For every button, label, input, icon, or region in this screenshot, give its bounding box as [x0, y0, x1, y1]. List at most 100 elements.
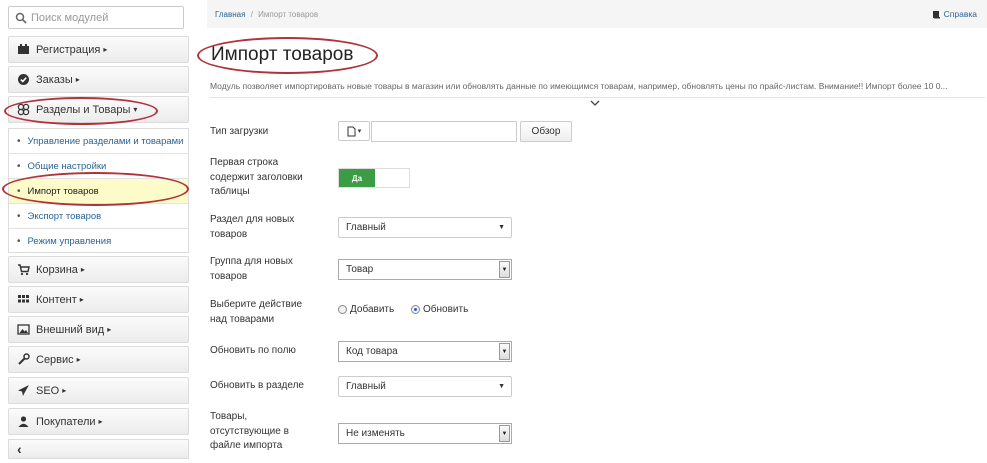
sidebar-section-label: Покупатели	[36, 415, 96, 428]
divider	[209, 97, 985, 98]
arrow-down-icon: ▾	[133, 105, 138, 114]
sidebar-section-label: Разделы и Товары	[36, 103, 131, 116]
update-section-label: Обновить в разделе	[210, 380, 304, 391]
arrow-right-icon: ▸	[76, 355, 81, 364]
submenu-item-label: Импорт товаров	[27, 185, 99, 197]
id-card-icon	[18, 44, 29, 54]
sidebar-section-cart[interactable]: Корзина ▸	[8, 256, 189, 283]
search-icon	[15, 12, 27, 24]
select-value: Не изменять	[346, 428, 405, 439]
submenu-item-export[interactable]: • Экспорт товаров	[9, 204, 188, 229]
sidebar-section-customers[interactable]: Покупатели ▸	[8, 408, 189, 435]
sidebar: Поиск модулей Регистрация ▸ Заказы ▸ Раз…	[0, 0, 191, 463]
update-field-select[interactable]: Код товара ▼	[338, 341, 512, 362]
chevron-left-icon: ‹	[17, 441, 22, 457]
grid-icon	[18, 295, 29, 303]
dropdown-arrow-icon: ▼	[499, 343, 510, 360]
radio-update-label: Обновить	[423, 304, 469, 315]
arrow-right-icon: ▸	[107, 325, 112, 334]
help-label: Справка	[943, 9, 977, 19]
arrow-right-icon: ▸	[75, 75, 80, 84]
radio-circle	[338, 305, 347, 314]
sidebar-section-catalog[interactable]: Разделы и Товары ▾	[8, 96, 189, 123]
chevron-down-icon[interactable]	[590, 99, 600, 107]
cubes-icon	[17, 103, 30, 116]
sidebar-section-label: Сервис	[36, 353, 74, 366]
file-path-input[interactable]	[371, 121, 517, 142]
radio-update[interactable]: Обновить	[411, 304, 468, 315]
missing-goods-label: Товары, отсутствующие в файле импорта	[210, 411, 289, 451]
breadcrumb-current: Импорт товаров	[258, 9, 319, 19]
radio-add[interactable]: Добавить	[338, 304, 394, 315]
submenu-item-manage[interactable]: • Управление разделами и товарами	[9, 129, 188, 154]
upload-type-dropdown[interactable]: ▾	[338, 121, 370, 141]
first-row-headers-label: Первая строка содержит заголовки таблицы	[210, 157, 303, 197]
new-section-label: Раздел для новых товаров	[210, 214, 295, 240]
new-group-select[interactable]: Товар ▼	[338, 259, 512, 280]
sidebar-section-seo[interactable]: SEO ▸	[8, 377, 189, 404]
catalog-submenu: • Управление разделами и товарами • Общи…	[8, 128, 189, 253]
sidebar-section-label: Заказы	[36, 73, 73, 86]
page-description: Модуль позволяет импортировать новые тов…	[210, 81, 948, 91]
radio-circle-checked	[411, 305, 420, 314]
first-row-headers-toggle[interactable]: Да	[338, 168, 410, 188]
user-icon	[18, 416, 29, 427]
bullet: •	[17, 160, 21, 172]
select-value: Главный	[346, 222, 386, 233]
browse-button[interactable]: Обзор	[520, 121, 572, 142]
submenu-item-label: Общие настройки	[27, 160, 107, 172]
sidebar-section-service[interactable]: Сервис ▸	[8, 346, 189, 373]
sidebar-section-content[interactable]: Контент ▸	[8, 286, 189, 313]
bullet: •	[17, 210, 21, 222]
help-link[interactable]: Справка	[932, 9, 977, 19]
breadcrumb-home-link[interactable]: Главная	[215, 10, 245, 19]
arrow-right-icon: ▸	[62, 386, 67, 395]
breadcrumb-separator: /	[250, 9, 253, 19]
cart-icon	[18, 264, 30, 276]
submenu-item-label: Режим управления	[27, 236, 112, 247]
submenu-item-mode[interactable]: • Режим управления	[9, 229, 188, 254]
sidebar-section-label: SEO	[36, 384, 60, 397]
submenu-item-settings[interactable]: • Общие настройки	[9, 154, 188, 179]
select-value: Код товара	[346, 346, 398, 357]
arrow-right-icon: ▸	[79, 295, 84, 304]
submenu-item-label: Управление разделами и товарами	[27, 135, 184, 147]
submenu-item-import[interactable]: • Импорт товаров	[9, 179, 188, 204]
picture-icon	[17, 324, 30, 335]
arrow-right-icon: ▸	[103, 45, 108, 54]
new-section-select[interactable]: Главный ▼	[338, 217, 512, 238]
bullet: •	[17, 135, 21, 147]
check-circle-icon	[18, 74, 29, 85]
plane-icon	[18, 385, 29, 396]
dropdown-arrow-icon: ▼	[499, 425, 510, 442]
update-field-label: Обновить по полю	[210, 345, 296, 356]
action-label: Выберите действие над товарами	[210, 299, 303, 325]
bullet: •	[17, 185, 21, 197]
collapse-sidebar-button[interactable]: ‹	[8, 439, 189, 459]
caret-down-icon: ▾	[357, 128, 362, 135]
sidebar-section-label: Контент	[36, 293, 77, 306]
radio-add-label: Добавить	[350, 304, 395, 315]
sidebar-section-orders[interactable]: Заказы ▸	[8, 66, 189, 93]
wrench-icon	[18, 353, 30, 365]
missing-goods-select[interactable]: Не изменять ▼	[338, 423, 512, 444]
search-placeholder: Поиск модулей	[31, 11, 109, 24]
update-section-select[interactable]: Главный ▼	[338, 376, 512, 397]
file-icon	[347, 126, 356, 136]
arrow-right-icon: ▸	[80, 265, 85, 274]
sidebar-section-registration[interactable]: Регистрация ▸	[8, 36, 189, 63]
caret-down-icon: ▼	[498, 224, 505, 231]
page-title: Импорт товаров	[211, 44, 354, 65]
submenu-item-label: Экспорт товаров	[27, 210, 102, 222]
select-value: Главный	[346, 381, 386, 392]
select-value: Товар	[346, 264, 374, 275]
sidebar-section-label: Регистрация	[36, 43, 101, 56]
sidebar-section-label: Внешний вид	[36, 323, 105, 336]
caret-down-icon: ▼	[498, 383, 505, 390]
sidebar-section-appearance[interactable]: Внешний вид ▸	[8, 316, 189, 343]
top-bar: Главная / Импорт товаров Справка	[207, 0, 987, 28]
search-modules-input[interactable]: Поиск модулей	[8, 6, 184, 29]
sidebar-section-label: Корзина	[36, 263, 78, 276]
toggle-on-label: Да	[339, 169, 375, 187]
upload-type-label: Тип загрузки	[210, 126, 269, 137]
